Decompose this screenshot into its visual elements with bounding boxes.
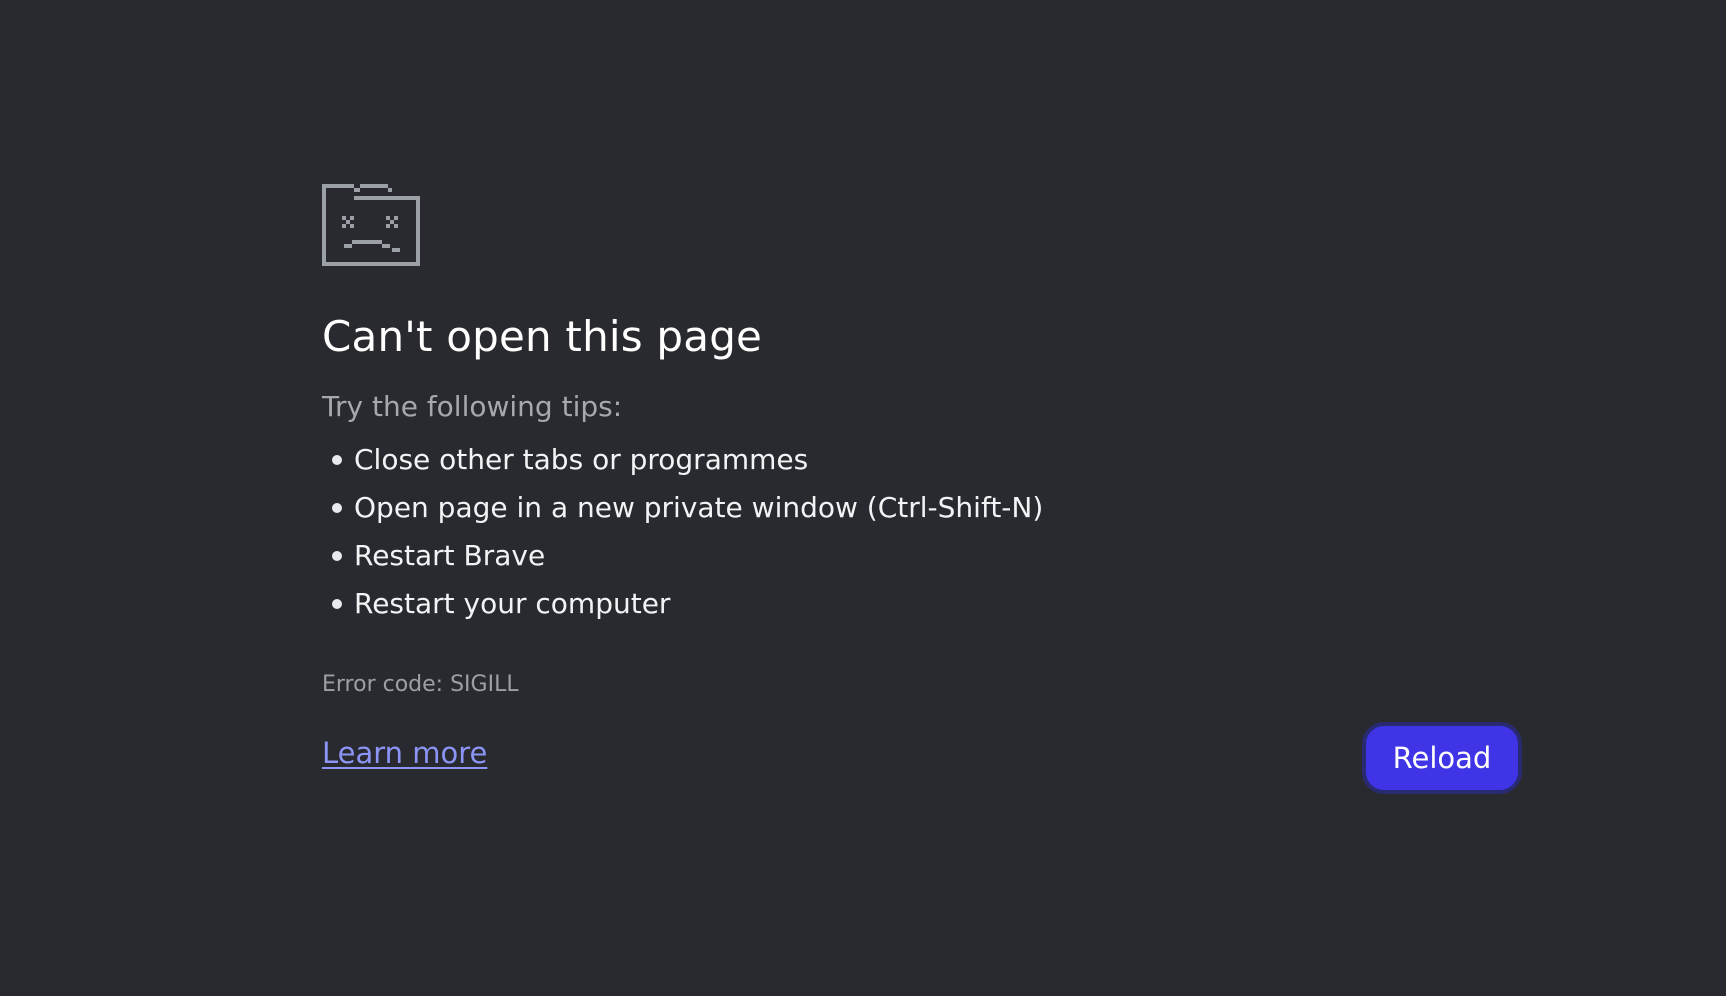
list-item: Restart Brave [322, 532, 1522, 580]
tips-intro: Try the following tips: [322, 390, 623, 424]
error-page-content: Can't open this page Try the following t… [322, 184, 1522, 697]
list-item: Open page in a new private window (Ctrl-… [322, 484, 1522, 532]
list-item: Close other tabs or programmes [322, 436, 1522, 484]
tip-text: Open page in a new private window (Ctrl-… [354, 491, 1044, 525]
bullet-icon [332, 598, 342, 609]
tip-text: Close other tabs or programmes [354, 443, 809, 477]
bullet-icon [332, 454, 342, 465]
bullet-icon [332, 502, 342, 513]
action-row: Learn more Reload [322, 722, 1522, 794]
list-item: Restart your computer [322, 580, 1522, 628]
sad-folder-icon [322, 184, 420, 266]
learn-more-link[interactable]: Learn more [322, 736, 487, 770]
tip-text: Restart your computer [354, 587, 671, 621]
tips-list: Close other tabs or programmes Open page… [322, 436, 1522, 628]
error-code: Error code: SIGILL [322, 671, 519, 697]
tip-text: Restart Brave [354, 539, 546, 573]
page-title: Can't open this page [322, 312, 763, 361]
reload-button[interactable]: Reload [1362, 722, 1522, 794]
bullet-icon [332, 550, 342, 561]
